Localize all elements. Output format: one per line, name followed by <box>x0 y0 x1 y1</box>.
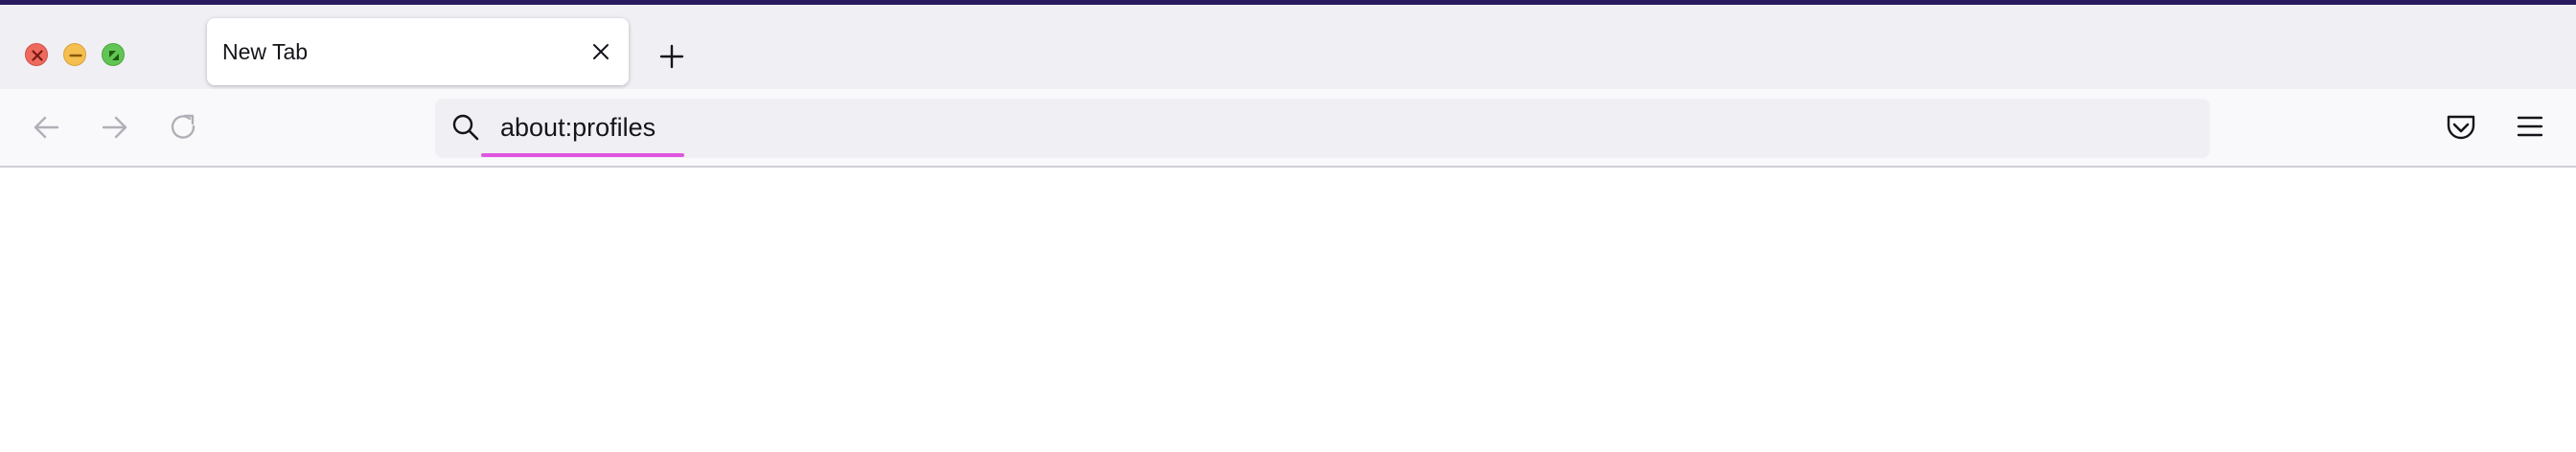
plus-icon <box>659 44 684 69</box>
fullscreen-icon <box>109 51 119 60</box>
page-content <box>0 168 2576 452</box>
window-minimize-button[interactable] <box>63 43 86 66</box>
arrow-left-icon <box>34 116 59 139</box>
window-close-button[interactable] <box>25 43 48 66</box>
reload-button[interactable] <box>165 108 203 147</box>
navigation-toolbar: about:profiles <box>0 89 2576 168</box>
app-menu-button[interactable] <box>2511 107 2549 146</box>
close-icon <box>593 44 609 59</box>
reload-icon <box>171 114 196 139</box>
url-focus-underline <box>481 153 684 157</box>
forward-button[interactable] <box>96 108 134 147</box>
search-icon <box>450 112 481 143</box>
back-button[interactable] <box>27 108 65 147</box>
pocket-button[interactable] <box>2442 107 2480 146</box>
tab-new-tab[interactable]: New Tab <box>207 18 629 85</box>
window-maximize-button[interactable] <box>102 43 125 66</box>
tab-title: New Tab <box>222 39 309 64</box>
browser-window: New Tab about:profiles <box>0 0 2576 452</box>
hamburger-menu-icon <box>2517 116 2543 137</box>
tab-close-button[interactable] <box>586 37 615 66</box>
tab-strip: New Tab <box>0 5 2576 89</box>
minus-icon <box>69 54 82 57</box>
pocket-icon <box>2447 115 2475 140</box>
arrow-right-icon <box>102 116 127 139</box>
close-x-icon <box>32 50 43 61</box>
address-bar[interactable]: about:profiles <box>435 99 2210 158</box>
new-tab-button[interactable] <box>654 38 690 75</box>
url-input[interactable]: about:profiles <box>500 113 656 143</box>
